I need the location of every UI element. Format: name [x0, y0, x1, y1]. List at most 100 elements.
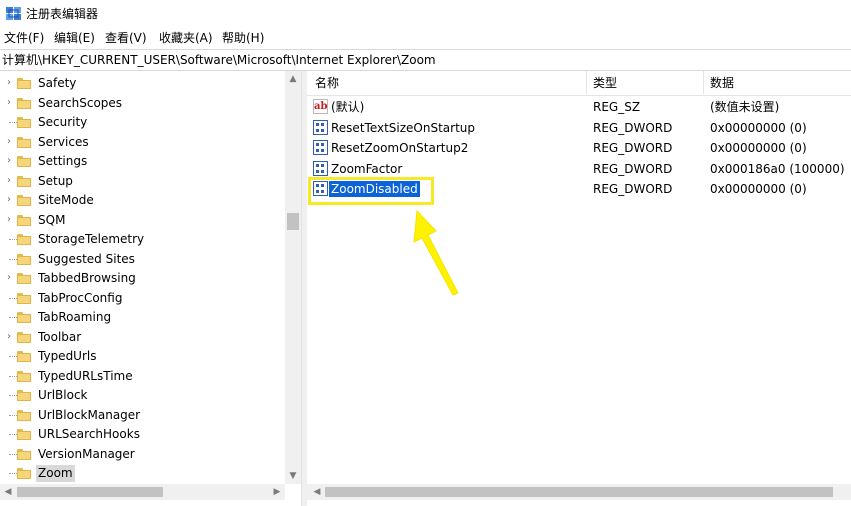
list-horizontal-scrollbar[interactable]: ◀ [307, 484, 851, 500]
chevron-right-icon[interactable]: › [4, 136, 14, 147]
menu-edit[interactable]: 编辑(E) [52, 30, 97, 46]
chevron-right-icon[interactable]: › [4, 195, 14, 205]
menu-file[interactable]: 文件(F) [2, 30, 46, 46]
tree-item[interactable]: StorageTelemetry [0, 230, 285, 249]
chevron-right-icon[interactable]: › [4, 175, 14, 186]
chevron-right-icon[interactable]: › [4, 156, 14, 166]
value-name[interactable]: ZoomFactor [329, 161, 404, 177]
tree-item[interactable]: Zoom [0, 464, 285, 483]
tree-item[interactable]: URLSearchHooks [0, 425, 285, 444]
tree-item-label[interactable]: URLSearchHooks [36, 426, 142, 443]
value-name[interactable]: (默认) [329, 99, 366, 115]
value-name[interactable]: ResetZoomOnStartup2 [329, 140, 470, 156]
tree-item[interactable]: TypedUrls [0, 347, 285, 366]
tree-item-label[interactable]: Security [36, 114, 89, 131]
chevron-right-icon[interactable]: › [4, 214, 14, 225]
tree-item-label[interactable]: Safety [36, 75, 78, 92]
value-row[interactable]: ZoomFactor REG_DWORD 0x000186a0 (100000) [307, 159, 851, 179]
tree-item-label[interactable]: Toolbar [36, 329, 83, 346]
scroll-down-icon[interactable]: ▼ [285, 471, 301, 481]
tree-horizontal-scrollbar[interactable]: ◀ ▶ [0, 484, 285, 500]
tree-item-label[interactable]: UrlBlockManager [36, 407, 142, 424]
tree-item-label[interactable]: TypedUrls [36, 348, 98, 365]
string-value-icon: ab [313, 99, 328, 114]
tree-item-label[interactable]: TypedURLsTime [36, 368, 135, 385]
tree-connector [9, 434, 17, 435]
tree-item[interactable]: UrlBlock [0, 386, 285, 405]
scroll-left-icon[interactable]: ◀ [309, 487, 325, 497]
value-row[interactable]: ab (默认) REG_SZ (数值未设置) [307, 97, 851, 117]
tree-item[interactable]: UrlBlockManager [0, 406, 285, 425]
tree-item[interactable]: Security [0, 113, 285, 132]
tree-item-label[interactable]: TabbedBrowsing [36, 270, 138, 287]
tree-item[interactable]: Suggested Sites [0, 250, 285, 269]
folder-icon [17, 467, 31, 479]
tree-item[interactable]: › TabbedBrowsing [0, 269, 285, 288]
tree-item-label[interactable]: Settings [36, 153, 89, 170]
tree-item[interactable]: › Settings [0, 152, 285, 171]
tree-item-label[interactable]: VersionManager [36, 446, 137, 463]
list-horizontal-thumb[interactable] [325, 487, 833, 497]
chevron-right-icon[interactable]: › [4, 273, 14, 283]
tree-item-label[interactable]: Zoom [36, 465, 75, 482]
tree-item[interactable]: › SearchScopes [0, 94, 285, 113]
tree-item-label[interactable]: Services [36, 134, 91, 151]
scroll-left-icon[interactable]: ◀ [0, 487, 16, 497]
scroll-right-icon[interactable]: ▶ [269, 487, 285, 497]
chevron-right-icon[interactable]: › [4, 78, 14, 88]
tree-item[interactable]: › SiteMode [0, 191, 285, 210]
tree-item[interactable]: TabProcConfig [0, 289, 285, 308]
tree-item[interactable]: › Safety [0, 74, 285, 93]
value-type: REG_DWORD [593, 182, 673, 196]
tree-item-label[interactable]: SQM [36, 212, 67, 229]
tree-item-label[interactable]: SiteMode [36, 192, 96, 209]
column-header-type[interactable]: 类型 [593, 75, 617, 91]
tree-item-label[interactable]: StorageTelemetry [36, 231, 146, 248]
binary-value-icon [313, 119, 328, 135]
tree-horizontal-thumb[interactable] [17, 487, 163, 497]
tree-item-label[interactable]: Suggested Sites [36, 251, 137, 268]
column-divider[interactable] [586, 71, 587, 94]
tree-connector [9, 453, 17, 455]
address-bar[interactable]: 计算机\HKEY_CURRENT_USER\Software\Microsoft… [0, 49, 851, 71]
list-header: 名称 类型 数据 [307, 71, 851, 96]
scroll-up-icon[interactable]: ▲ [285, 74, 301, 84]
tree-item-label[interactable]: Setup [36, 173, 75, 190]
column-header-name[interactable]: 名称 [315, 75, 339, 91]
value-data: 0x00000000 (0) [710, 120, 807, 135]
menu-bar: 文件(F) 编辑(E) 查看(V) 收藏夹(A) 帮助(H) [0, 28, 851, 48]
tree-item[interactable]: VersionManager [0, 445, 285, 464]
menu-help[interactable]: 帮助(H) [220, 30, 266, 46]
folder-icon [17, 331, 31, 343]
annotation-highlight-box [308, 177, 434, 205]
tree-item[interactable]: › Setup [0, 172, 285, 191]
key-tree: › Safety › SearchScopes Security › Services › Se… [0, 71, 301, 506]
value-name[interactable]: ResetTextSizeOnStartup [329, 120, 477, 136]
folder-icon [17, 272, 31, 284]
folder-icon [17, 175, 31, 187]
address-path[interactable]: 计算机\HKEY_CURRENT_USER\Software\Microsoft… [2, 52, 436, 68]
folder-icon [17, 97, 31, 109]
annotation-arrow [413, 209, 459, 296]
tree-item-label[interactable]: TabRoaming [36, 309, 113, 326]
column-divider[interactable] [703, 71, 704, 94]
tree-item-label[interactable]: UrlBlock [36, 387, 90, 404]
folder-icon [17, 389, 31, 401]
tree-item[interactable]: › Toolbar [0, 328, 285, 347]
tree-item[interactable]: › SQM [0, 211, 285, 230]
tree-vertical-thumb[interactable] [287, 213, 299, 230]
tree-item[interactable]: TabRoaming [0, 308, 285, 327]
tree-item-label[interactable]: TabProcConfig [36, 290, 124, 307]
value-row[interactable]: ResetZoomOnStartup2 REG_DWORD 0x00000000 (… [307, 138, 851, 158]
menu-view[interactable]: 查看(V) [103, 30, 149, 46]
tree-item[interactable]: TypedURLsTime [0, 367, 285, 386]
tree-item-label[interactable]: SearchScopes [36, 95, 124, 112]
folder-icon [17, 292, 31, 304]
column-header-data[interactable]: 数据 [710, 75, 734, 91]
tree-item[interactable]: › Services [0, 133, 285, 152]
chevron-right-icon[interactable]: › [4, 97, 14, 108]
value-row[interactable]: ResetTextSizeOnStartup REG_DWORD 0x0000000… [307, 118, 851, 138]
menu-favorites[interactable]: 收藏夹(A) [157, 30, 215, 46]
tree-vertical-scrollbar[interactable]: ▲ ▼ [285, 71, 301, 484]
chevron-right-icon[interactable]: › [4, 331, 14, 342]
